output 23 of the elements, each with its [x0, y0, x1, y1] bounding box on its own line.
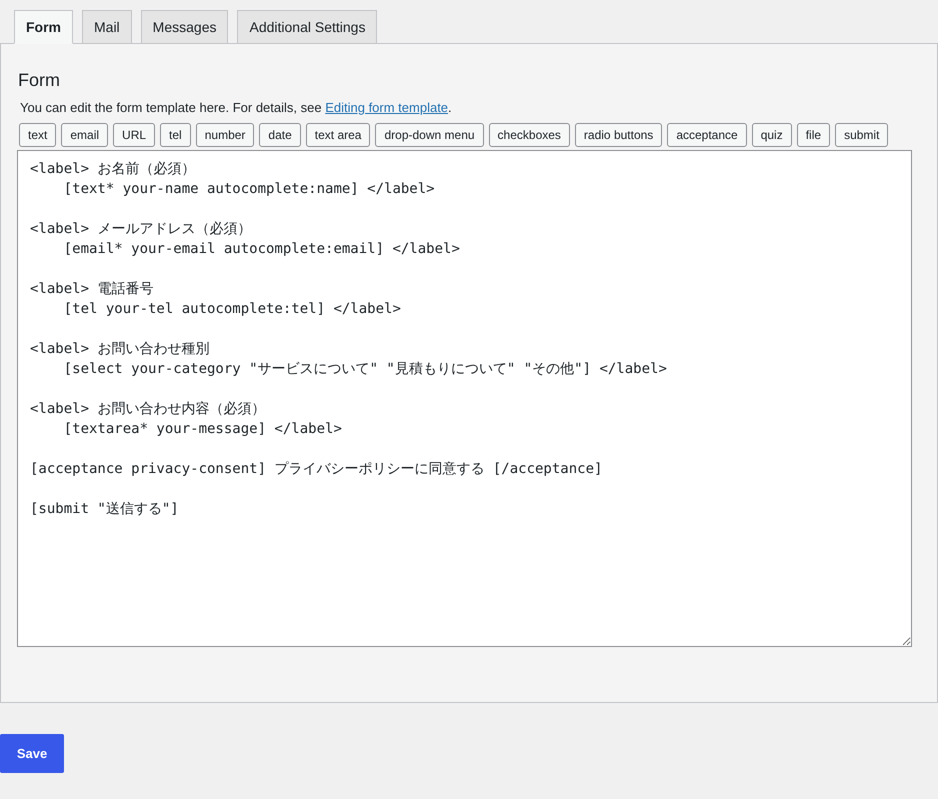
tab[interactable]: Messages	[140, 10, 228, 44]
tag-button[interactable]: checkboxes	[488, 123, 570, 147]
tag-button[interactable]: text	[19, 123, 56, 147]
tag-button[interactable]: acceptance	[667, 123, 747, 147]
tag-button[interactable]: submit	[835, 123, 888, 147]
tag-button[interactable]: drop-down menu	[375, 123, 484, 147]
tab[interactable]: Additional Settings	[237, 10, 378, 44]
tag-button[interactable]: email	[61, 123, 108, 147]
tag-button[interactable]: date	[259, 123, 301, 147]
save-button[interactable]: Save	[0, 734, 64, 773]
tab[interactable]: Form	[14, 10, 73, 44]
tag-button[interactable]: radio buttons	[574, 123, 662, 147]
tag-button[interactable]: tel	[160, 123, 191, 147]
description-text: You can edit the form template here. For details, see Editing form template.	[20, 100, 453, 115]
help-link[interactable]: Editing form template	[325, 100, 448, 115]
tag-button[interactable]: quiz	[752, 123, 792, 147]
tag-button[interactable]: file	[796, 123, 830, 147]
tag-button[interactable]: number	[196, 123, 254, 147]
panel-title: Form	[18, 70, 61, 91]
tag-button[interactable]: URL	[113, 123, 156, 147]
tag-button[interactable]: text area	[306, 123, 370, 147]
tab[interactable]: Mail	[82, 10, 132, 44]
template-editor[interactable]: <label> お名前（必須） [text* your-name autocomplete:name] </label> <label> メールアドレス（必須） [email* your-email autocomplete:email] </label> <label> 電話番号 [tel your-tel autocomplete:tel] </label> <label> お問い合わせ種別 [select your-category "サービスについて" "見積もりについて" "その他"] </label> <label> お問い合わせ内容（必須） [textarea* your-message] </label> [acceptance privacy-consent] プライバシーポリシーに同意する [/acceptance] [submit "送信する"]	[17, 150, 912, 647]
